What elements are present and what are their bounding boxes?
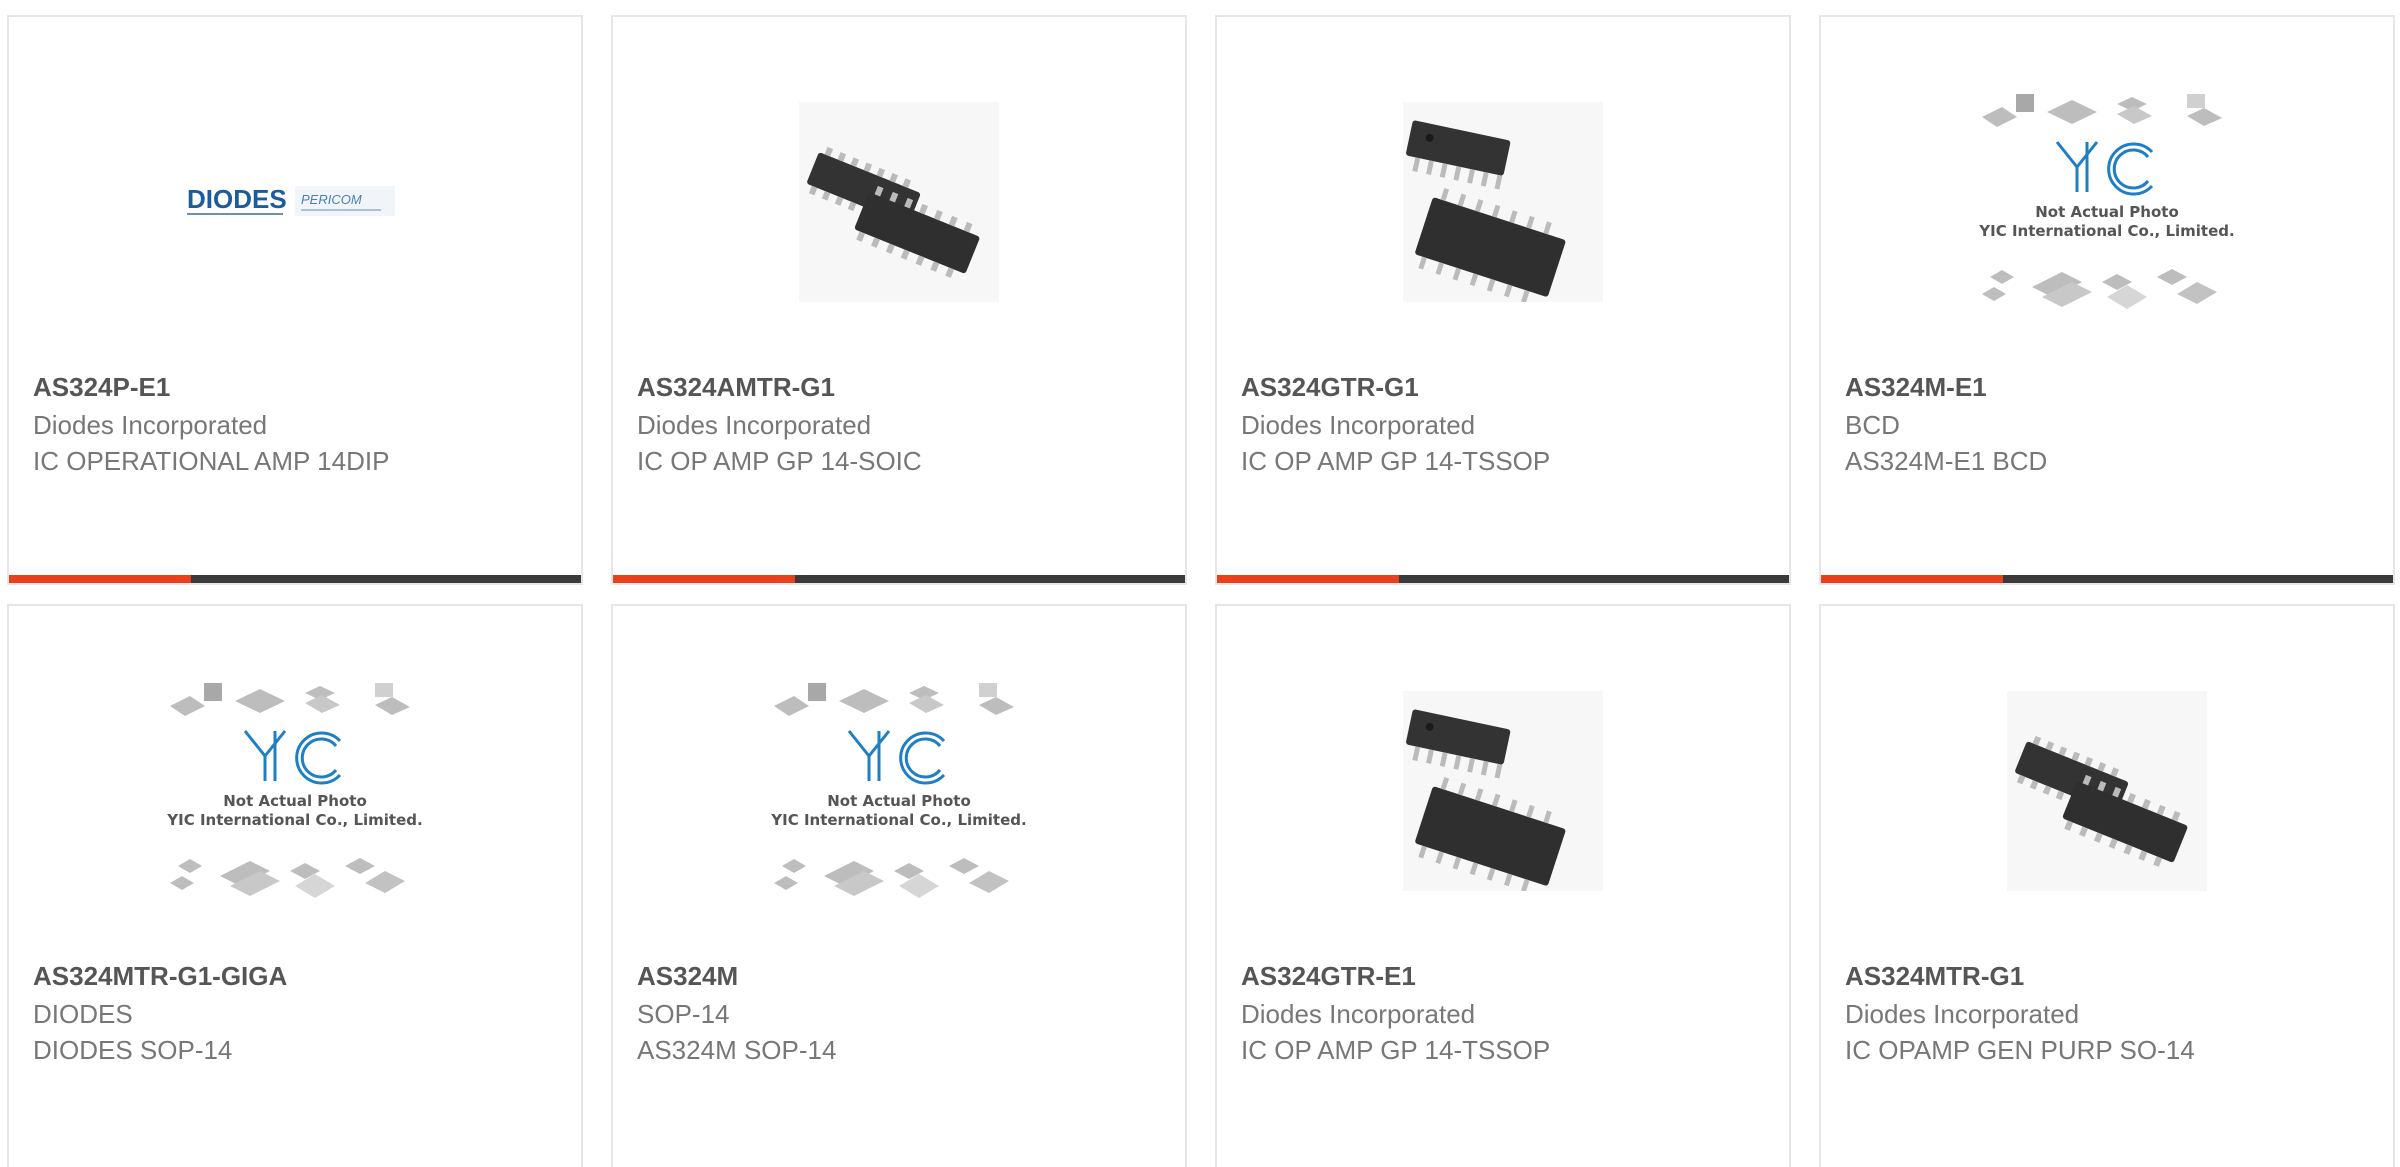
product-manufacturer: Diodes Incorporated [1241, 410, 1476, 440]
product-description: IC OP AMP GP 14-TSSOP [1241, 1035, 1551, 1065]
card-accent-bar [613, 575, 795, 583]
tssop-chip-photo [1403, 691, 1603, 891]
product-image: DIODES PERICOM [9, 77, 581, 327]
product-description: IC OPAMP GEN PURP SO-14 [1845, 1035, 2195, 1065]
product-description: IC OP AMP GP 14-SOIC [637, 446, 922, 476]
product-card[interactable]: Not Actual Photo YIC International Co., … [1819, 15, 2395, 585]
product-image: Not Actual Photo YIC International Co., … [9, 666, 581, 916]
yic-placeholder-image: Not Actual Photo YIC International Co., … [1978, 94, 2235, 309]
product-part-number[interactable]: AS324GTR-E1 [1241, 961, 1416, 992]
yic-placeholder-image: Not Actual Photo YIC International Co., … [166, 683, 423, 898]
tssop-chip-photo [1403, 102, 1603, 302]
placeholder-line-2: YIC International Co., Limited. [166, 811, 422, 829]
product-card[interactable]: DIODES PERICOM AS324P-E1 Diodes Incorpor… [7, 15, 583, 585]
placeholder-line-2: YIC International Co., Limited. [1978, 222, 2234, 240]
product-manufacturer: BCD [1845, 410, 1900, 440]
card-accent-bar [1821, 575, 2003, 583]
product-description: DIODES SOP-14 [33, 1035, 233, 1065]
product-image: Not Actual Photo YIC International Co., … [613, 666, 1185, 916]
pericom-logo-text: PERICOM [301, 192, 362, 207]
product-part-number[interactable]: AS324P-E1 [33, 372, 170, 403]
product-card[interactable]: Not Actual Photo YIC International Co., … [7, 604, 583, 1167]
card-bottom-bar [1217, 575, 1789, 583]
diodes-logo-text: DIODES [187, 184, 287, 214]
product-card[interactable]: AS324GTR-E1 Diodes Incorporated IC OP AM… [1215, 604, 1791, 1167]
product-manufacturer: SOP-14 [637, 999, 730, 1029]
product-card[interactable]: AS324AMTR-G1 Diodes Incorporated IC OP A… [611, 15, 1187, 585]
card-bottom-bar [613, 575, 1185, 583]
card-accent-bar [9, 575, 191, 583]
product-manufacturer: DIODES [33, 999, 133, 1029]
card-bottom-bar [9, 575, 581, 583]
diodes-pericom-logo: DIODES PERICOM [187, 184, 395, 216]
product-part-number[interactable]: AS324MTR-G1-GIGA [33, 961, 287, 992]
product-manufacturer: Diodes Incorporated [1241, 999, 1476, 1029]
product-image [613, 77, 1185, 327]
soic-chip-photo [799, 102, 999, 302]
product-part-number[interactable]: AS324M [637, 961, 738, 992]
product-manufacturer: Diodes Incorporated [637, 410, 872, 440]
product-manufacturer: Diodes Incorporated [33, 410, 268, 440]
product-description: AS324M SOP-14 [637, 1035, 837, 1065]
product-card[interactable]: AS324GTR-G1 Diodes Incorporated IC OP AM… [1215, 15, 1791, 585]
product-card[interactable]: AS324MTR-G1 Diodes Incorporated IC OPAMP… [1819, 604, 2395, 1167]
card-accent-bar [1217, 575, 1399, 583]
product-part-number[interactable]: AS324AMTR-G1 [637, 372, 835, 403]
product-image [1217, 77, 1789, 327]
soic-chip-photo [2007, 691, 2207, 891]
placeholder-line-2: YIC International Co., Limited. [770, 811, 1026, 829]
product-part-number[interactable]: AS324GTR-G1 [1241, 372, 1419, 403]
product-card[interactable]: Not Actual Photo YIC International Co., … [611, 604, 1187, 1167]
product-description: IC OPERATIONAL AMP 14DIP [33, 446, 390, 476]
product-grid: DIODES PERICOM AS324P-E1 Diodes Incorpor… [0, 0, 2400, 1167]
product-manufacturer: Diodes Incorporated [1845, 999, 2080, 1029]
placeholder-line-1: Not Actual Photo [223, 792, 367, 810]
card-bottom-bar [1821, 575, 2393, 583]
product-part-number[interactable]: AS324M-E1 [1845, 372, 1987, 403]
product-image [1821, 666, 2393, 916]
product-description: AS324M-E1 BCD [1845, 446, 2048, 476]
product-part-number[interactable]: AS324MTR-G1 [1845, 961, 2024, 992]
yic-placeholder-image: Not Actual Photo YIC International Co., … [770, 683, 1027, 898]
placeholder-line-1: Not Actual Photo [2035, 203, 2179, 221]
product-image: Not Actual Photo YIC International Co., … [1821, 77, 2393, 327]
placeholder-line-1: Not Actual Photo [827, 792, 971, 810]
product-description: IC OP AMP GP 14-TSSOP [1241, 446, 1551, 476]
product-image [1217, 666, 1789, 916]
